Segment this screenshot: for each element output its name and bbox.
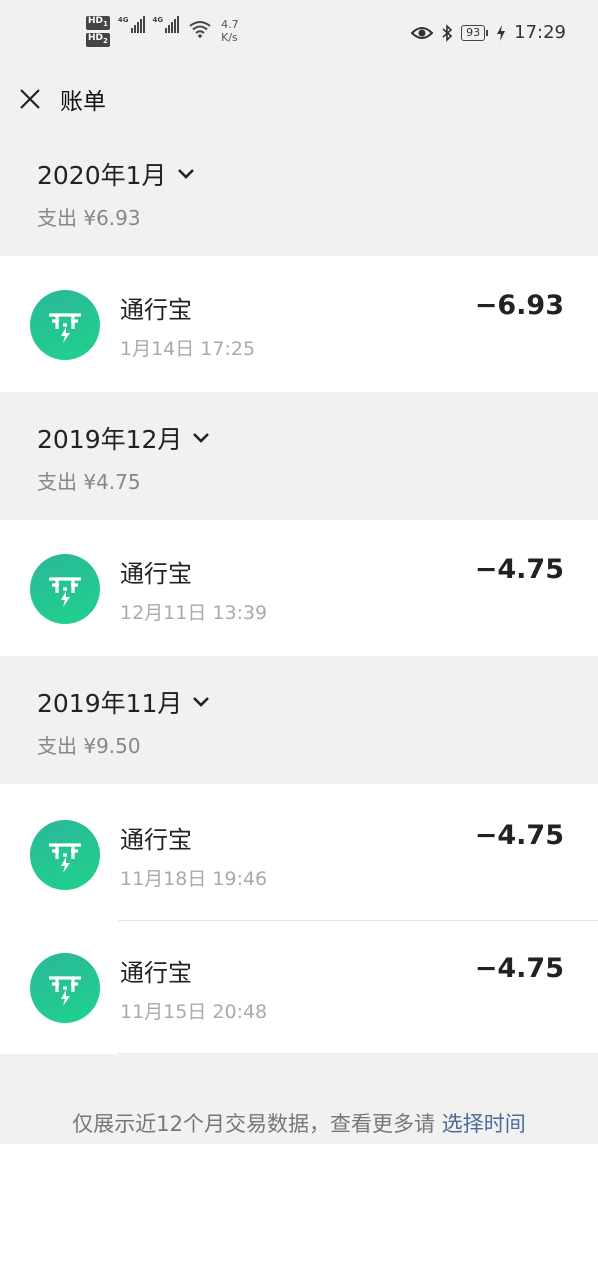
tongxingbao-logo-icon bbox=[30, 554, 100, 624]
month-header: 2019年12月 支出 ¥4.75 bbox=[0, 392, 598, 520]
signal1-label: 4G bbox=[117, 16, 129, 24]
merchant-name: 通行宝 bbox=[120, 560, 192, 588]
charging-icon bbox=[497, 24, 506, 41]
transaction-amount: −6.93 bbox=[474, 290, 564, 321]
transaction-row[interactable]: 通行宝 1月14日 17:25 −6.93 bbox=[0, 256, 598, 388]
bluetooth-icon bbox=[442, 23, 453, 42]
month-summary: 支出 ¥9.50 bbox=[37, 734, 141, 758]
tongxingbao-logo-icon bbox=[30, 820, 100, 890]
hd-indicators: HD1 HD2 bbox=[86, 16, 110, 47]
net-speed: 4.7 K/s bbox=[221, 18, 239, 44]
close-icon bbox=[20, 89, 40, 109]
eye-icon bbox=[411, 26, 434, 39]
month-header: 2019年11月 支出 ¥9.50 bbox=[0, 656, 598, 784]
signal-icon: 4G bbox=[118, 16, 145, 33]
merchant-name: 通行宝 bbox=[120, 959, 192, 987]
status-bar: HD1 HD2 4G 4G 4.7 K/s 93 17:29 bbox=[0, 0, 598, 70]
tongxingbao-logo-icon bbox=[30, 290, 100, 360]
footer-text: 仅展示近12个月交易数据，查看更多请 bbox=[72, 1112, 436, 1136]
net-speed-value: 4.7 bbox=[221, 18, 239, 31]
footer: 仅展示近12个月交易数据，查看更多请 选择时间 bbox=[0, 1054, 598, 1144]
transaction-time: 11月18日 19:46 bbox=[120, 868, 268, 890]
transaction-amount: −4.75 bbox=[474, 554, 564, 585]
month-header: 2020年1月 支出 ¥6.93 bbox=[0, 128, 598, 256]
hd1-badge: HD1 bbox=[86, 16, 110, 30]
transaction-time: 1月14日 17:25 bbox=[120, 338, 256, 360]
signal-icon: 4G bbox=[153, 16, 180, 33]
month-summary: 支出 ¥4.75 bbox=[37, 470, 141, 494]
transaction-row[interactable]: 通行宝 11月15日 20:48 −4.75 bbox=[0, 921, 598, 1053]
transaction-time: 12月11日 13:39 bbox=[120, 602, 268, 624]
month-selector[interactable]: 2019年11月 bbox=[37, 684, 210, 720]
footer-note: 仅展示近12个月交易数据，查看更多请 选择时间 bbox=[0, 1108, 598, 1138]
nav-bar: 账单 bbox=[0, 70, 598, 128]
month-summary: 支出 ¥6.93 bbox=[37, 206, 141, 230]
select-time-link[interactable]: 选择时间 bbox=[442, 1112, 526, 1136]
status-time: 17:29 bbox=[514, 22, 566, 43]
month-selector[interactable]: 2020年1月 bbox=[37, 156, 195, 192]
chevron-down-icon bbox=[193, 697, 210, 707]
transaction-time: 11月15日 20:48 bbox=[120, 1001, 268, 1023]
merchant-name: 通行宝 bbox=[120, 296, 192, 324]
page-title: 账单 bbox=[60, 89, 106, 115]
month-title: 2019年11月 bbox=[37, 689, 183, 718]
month-selector[interactable]: 2019年12月 bbox=[37, 420, 210, 456]
wifi-icon bbox=[189, 21, 211, 38]
transaction-row[interactable]: 通行宝 11月18日 19:46 −4.75 bbox=[0, 786, 598, 918]
close-button[interactable] bbox=[0, 70, 60, 128]
month-title: 2020年1月 bbox=[37, 161, 167, 190]
net-speed-unit: K/s bbox=[221, 31, 238, 44]
battery-icon: 93 bbox=[461, 24, 489, 41]
chevron-down-icon bbox=[177, 169, 194, 179]
status-right: 93 17:29 bbox=[411, 22, 566, 43]
hd2-badge: HD2 bbox=[86, 32, 110, 47]
transaction-row[interactable]: 通行宝 12月11日 13:39 −4.75 bbox=[0, 520, 598, 652]
chevron-down-icon bbox=[193, 433, 210, 443]
battery-level: 93 bbox=[461, 24, 486, 41]
signal2-label: 4G bbox=[152, 16, 164, 24]
tongxingbao-logo-icon bbox=[30, 953, 100, 1023]
month-title: 2019年12月 bbox=[37, 425, 183, 454]
merchant-name: 通行宝 bbox=[120, 826, 192, 854]
transaction-amount: −4.75 bbox=[474, 820, 564, 851]
transaction-amount: −4.75 bbox=[474, 953, 564, 984]
status-left: HD1 HD2 4G 4G 4.7 K/s bbox=[86, 16, 239, 47]
